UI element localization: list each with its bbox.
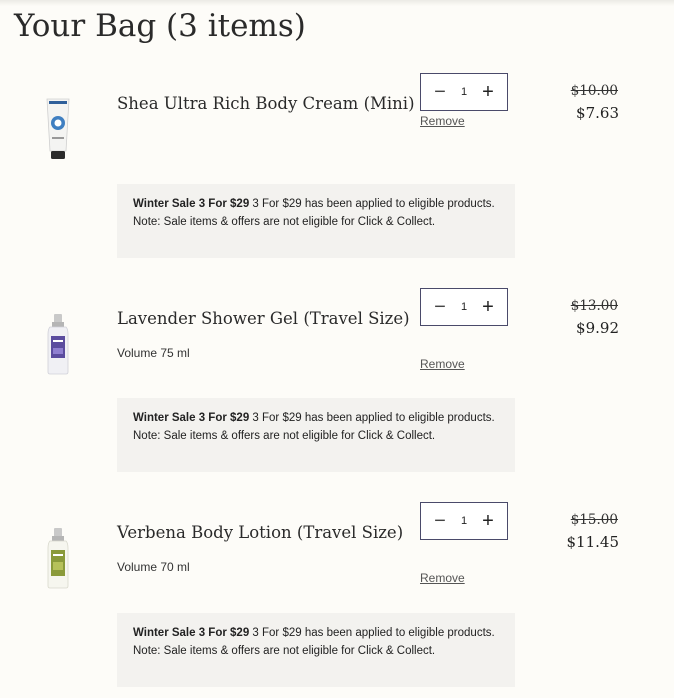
quantity-value[interactable]: 1 <box>461 86 467 98</box>
quantity-stepper: − 1 + <box>420 73 508 111</box>
cart-item-shea-cream: Shea Ultra Rich Body Cream (Mini) − 1 + … <box>0 0 674 258</box>
promo-title: Winter Sale 3 For $29 <box>133 412 250 424</box>
promo-title: Winter Sale 3 For $29 <box>133 627 250 639</box>
quantity-stepper: − 1 + <box>420 502 508 540</box>
increase-quantity-button[interactable]: + <box>479 82 497 102</box>
verbena-bottle-icon[interactable] <box>40 525 76 591</box>
decrease-quantity-button[interactable]: − <box>431 297 449 317</box>
remove-link[interactable]: Remove <box>420 114 465 128</box>
sale-price: $11.45 <box>566 533 620 551</box>
product-name[interactable]: Lavender Shower Gel (Travel Size) <box>117 309 410 328</box>
product-name[interactable]: Shea Ultra Rich Body Cream (Mini) <box>117 94 415 113</box>
promo-title: Winter Sale 3 For $29 <box>133 198 250 210</box>
remove-link[interactable]: Remove <box>420 357 465 371</box>
quantity-value[interactable]: 1 <box>461 301 467 313</box>
shea-cream-tube-icon[interactable] <box>40 96 76 162</box>
product-volume: Volume 70 ml <box>117 560 190 574</box>
decrease-quantity-button[interactable]: − <box>431 511 449 531</box>
sale-price: $7.63 <box>576 104 619 122</box>
product-name[interactable]: Verbena Body Lotion (Travel Size) <box>117 523 403 542</box>
quantity-value[interactable]: 1 <box>461 515 467 527</box>
lavender-bottle-icon[interactable] <box>40 311 76 377</box>
increase-quantity-button[interactable]: + <box>479 297 497 317</box>
original-price: $13.00 <box>570 298 618 314</box>
remove-link[interactable]: Remove <box>420 571 465 585</box>
product-volume: Volume 75 ml <box>117 346 190 360</box>
sale-price: $9.92 <box>576 319 619 337</box>
cart-item-lavender-gel: Lavender Shower Gel (Travel Size) Volume… <box>0 215 674 472</box>
quantity-stepper: − 1 + <box>420 288 508 326</box>
original-price: $10.00 <box>570 83 618 99</box>
promo-message: Winter Sale 3 For $29 3 For $29 has been… <box>117 613 515 687</box>
decrease-quantity-button[interactable]: − <box>431 82 449 102</box>
original-price: $15.00 <box>570 512 618 528</box>
cart-item-verbena-lotion: Verbena Body Lotion (Travel Size) Volume… <box>0 429 674 687</box>
increase-quantity-button[interactable]: + <box>479 511 497 531</box>
